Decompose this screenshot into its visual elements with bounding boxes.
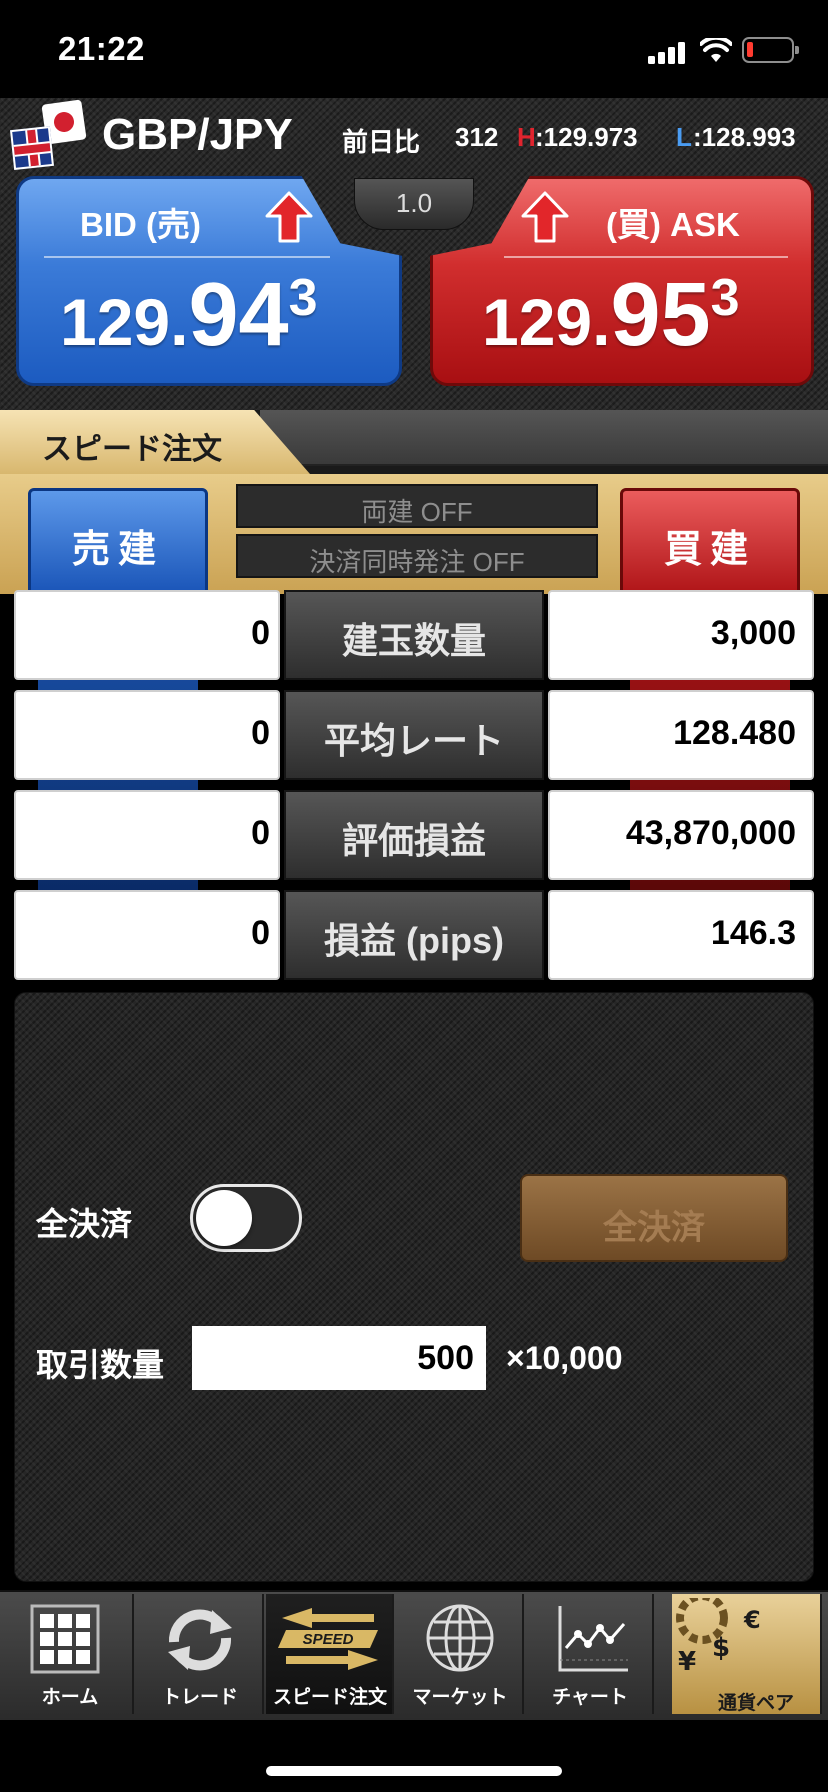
currency-pair-title[interactable]: GBP/JPY <box>102 110 293 160</box>
tab-row-dark <box>260 410 828 466</box>
ask-price-big: 95 <box>610 265 711 365</box>
high-label: H <box>517 122 536 152</box>
dollar-symbol: $ <box>712 1633 730 1663</box>
home-bar <box>0 1720 828 1792</box>
buy-avg-rate: 128.480 <box>673 714 796 752</box>
buy-position-qty: 3,000 <box>710 614 796 652</box>
sell-button-label: 売建 <box>71 529 164 571</box>
prev-day-label: 前日比 <box>342 127 421 157</box>
sell-position-qty: 0 <box>251 614 270 652</box>
ask-price-main: 129. <box>482 285 611 359</box>
prev-day-value: 312 <box>455 122 499 152</box>
settle-toggle-label: 決済同時発注 OFF <box>309 547 525 577</box>
speed-icon: SPEED <box>278 1608 378 1670</box>
cellular-signal-icon <box>648 42 688 64</box>
close-all-label: 全決済 <box>36 1206 133 1242</box>
bid-price-big: 94 <box>188 265 289 365</box>
status-time: 21:22 <box>58 30 145 67</box>
battery-icon <box>742 37 799 63</box>
bid-price: 129.943 <box>60 264 318 367</box>
speed-order-tab-label: スピード注文 <box>42 433 222 466</box>
switch-knob <box>196 1190 252 1246</box>
wifi-icon <box>700 38 732 62</box>
trade-qty-label: 取引数量 <box>36 1347 165 1383</box>
uk-flag-icon <box>10 126 54 170</box>
ask-label: (買) ASK <box>606 206 740 243</box>
bid-divider <box>44 256 330 258</box>
tab-chart-label: チャート <box>552 1687 628 1708</box>
tab-home-label: ホーム <box>41 1687 99 1708</box>
sell-unrealized-pl: 0 <box>251 814 270 852</box>
low-label: L <box>676 122 692 152</box>
home-grid-icon <box>30 1604 100 1674</box>
tab-trade-label: トレード <box>161 1687 238 1708</box>
trade-qty-unit: ×10,000 <box>506 1340 623 1376</box>
low-value: :128.993 <box>693 122 796 152</box>
ask-up-arrow-icon <box>521 191 569 243</box>
speed-icon-text: SPEED <box>303 1631 354 1648</box>
bid-price-main: 129. <box>60 285 189 359</box>
globe-icon <box>426 1604 494 1672</box>
high-value: :129.973 <box>535 122 638 152</box>
status-bar: 21:22 <box>0 0 828 98</box>
close-all-button-label: 全決済 <box>603 1209 705 1247</box>
spread-value: 1.0 <box>395 188 433 218</box>
bid-label: BID (売) <box>80 206 201 243</box>
bid-up-arrow-icon <box>265 191 313 243</box>
hedge-toggle-label: 両建 OFF <box>361 497 473 527</box>
bid-price-small: 3 <box>288 269 318 327</box>
line-chart-icon <box>558 1606 628 1672</box>
buy-unrealized-pl: 43,870,000 <box>625 814 796 852</box>
sell-pips: 0 <box>251 914 270 952</box>
yen-symbol: ¥ <box>678 1647 696 1677</box>
tab-market-label: マーケット <box>412 1687 508 1708</box>
ask-divider <box>504 256 788 258</box>
buy-pips: 146.3 <box>710 914 796 952</box>
refresh-arrows-icon <box>168 1609 232 1671</box>
avg-rate-label: 平均レート <box>323 720 504 761</box>
position-qty-label: 建玉数量 <box>341 620 486 661</box>
close-all-switch[interactable] <box>190 1184 302 1252</box>
buy-button-label: 買建 <box>663 529 756 571</box>
sell-avg-rate: 0 <box>251 714 270 752</box>
ask-price-small: 3 <box>710 269 740 327</box>
euro-symbol: € <box>743 1606 761 1634</box>
pips-label: 損益 (pips) <box>324 920 504 961</box>
order-control-panel <box>14 992 814 1582</box>
unrealized-pl-label: 評価損益 <box>341 820 486 861</box>
ask-price: 129.953 <box>482 264 740 367</box>
home-indicator[interactable] <box>266 1766 562 1776</box>
tab-currency-pair-label: 通貨ペア <box>717 1693 794 1714</box>
tab-speed-order-label: スピード注文 <box>272 1687 387 1708</box>
trade-qty-input[interactable] <box>192 1326 486 1390</box>
